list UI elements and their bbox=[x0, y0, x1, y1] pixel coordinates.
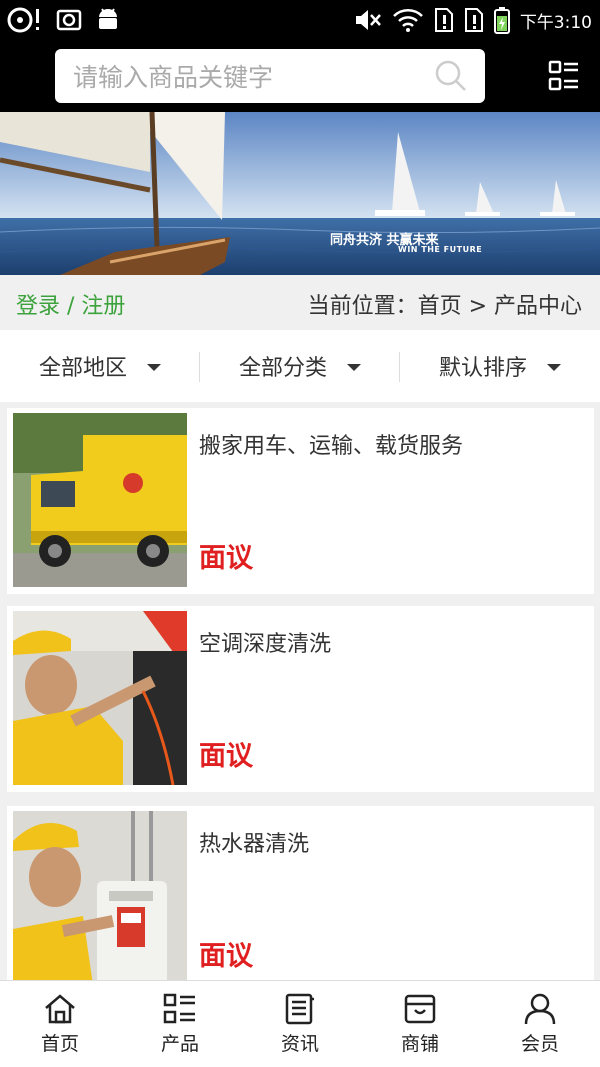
tab-label: 会员 bbox=[520, 1033, 559, 1055]
product-card[interactable]: 热水器清洗 面议 bbox=[7, 806, 594, 980]
banner-caption-en: WIN THE FUTURE bbox=[398, 245, 483, 254]
screenshot-icon bbox=[56, 9, 82, 31]
filter-label: 全部地区 bbox=[38, 356, 127, 381]
sim-card-icon bbox=[464, 8, 483, 32]
product-title[interactable]: 空调深度清洗 bbox=[199, 626, 331, 658]
product-title[interactable]: 搬家用车、运输、载货服务 bbox=[199, 428, 463, 460]
news-icon bbox=[285, 993, 314, 1025]
caret-down-icon bbox=[147, 363, 161, 371]
product-card[interactable]: 空调深度清洗 面议 bbox=[7, 606, 594, 792]
filter-label: 默认排序 bbox=[438, 356, 527, 381]
product-image[interactable] bbox=[13, 413, 187, 587]
product-image[interactable] bbox=[13, 811, 187, 980]
product-card[interactable]: 搬家用车、运输、载货服务 面议 bbox=[7, 408, 594, 594]
search-box[interactable]: 请输入商品关键字 bbox=[55, 49, 485, 103]
user-icon bbox=[524, 993, 556, 1025]
promo-banner[interactable]: 同舟共济 共赢未来 WIN THE FUTURE bbox=[0, 112, 600, 275]
filter-region[interactable]: 全部地区 bbox=[0, 330, 200, 402]
search-icon[interactable] bbox=[435, 60, 467, 92]
clock: 下午3:10 bbox=[519, 12, 592, 33]
location-bar: 登录 / 注册 当前位置：首页 > 产品中心 bbox=[0, 275, 600, 330]
grid-list-icon bbox=[163, 993, 195, 1024]
tab-home[interactable]: 首页 bbox=[0, 981, 120, 1067]
battery-icon bbox=[493, 7, 510, 34]
search-input[interactable]: 请输入商品关键字 bbox=[73, 58, 435, 94]
filter-category[interactable]: 全部分类 bbox=[200, 330, 400, 402]
wifi-icon bbox=[392, 9, 423, 32]
sim-card-icon bbox=[434, 8, 453, 32]
tab-label: 首页 bbox=[40, 1033, 79, 1055]
android-icon bbox=[99, 8, 117, 29]
sailing-banner-image bbox=[0, 112, 600, 275]
product-price: 面议 bbox=[199, 741, 253, 772]
tab-label: 产品 bbox=[160, 1033, 199, 1055]
category-menu-icon[interactable] bbox=[548, 60, 580, 92]
mute-icon bbox=[355, 10, 381, 30]
filter-bar: 全部地区 全部分类 默认排序 bbox=[0, 330, 600, 402]
caret-down-icon bbox=[347, 363, 361, 371]
product-title[interactable]: 热水器清洗 bbox=[199, 826, 309, 858]
media-icon bbox=[7, 7, 39, 33]
header: 请输入商品关键字 bbox=[0, 40, 600, 112]
tab-products[interactable]: 产品 bbox=[120, 981, 240, 1067]
breadcrumb: 当前位置：首页 > 产品中心 bbox=[307, 294, 582, 319]
status-bar: 下午3:10 bbox=[0, 0, 600, 40]
product-image[interactable] bbox=[13, 611, 187, 785]
filter-sort[interactable]: 默认排序 bbox=[400, 330, 600, 402]
tab-label: 资讯 bbox=[280, 1033, 319, 1055]
tab-member[interactable]: 会员 bbox=[480, 981, 600, 1067]
caret-down-icon bbox=[547, 363, 561, 371]
filter-label: 全部分类 bbox=[238, 356, 327, 381]
tab-news[interactable]: 资讯 bbox=[240, 981, 360, 1067]
tab-shops[interactable]: 商铺 bbox=[360, 981, 480, 1067]
tab-label: 商铺 bbox=[400, 1033, 439, 1055]
product-price: 面议 bbox=[199, 543, 253, 574]
home-icon bbox=[45, 994, 75, 1024]
product-price: 面议 bbox=[199, 941, 253, 972]
product-list: 搬家用车、运输、载货服务 面议 空调深度清洗 面议 热水器清洗 面议 bbox=[0, 402, 600, 980]
login-register-link[interactable]: 登录 / 注册 bbox=[16, 288, 125, 320]
bottom-tab-bar: 首页 产品 资讯 商铺 会员 bbox=[0, 980, 600, 1067]
shop-icon bbox=[404, 994, 436, 1024]
